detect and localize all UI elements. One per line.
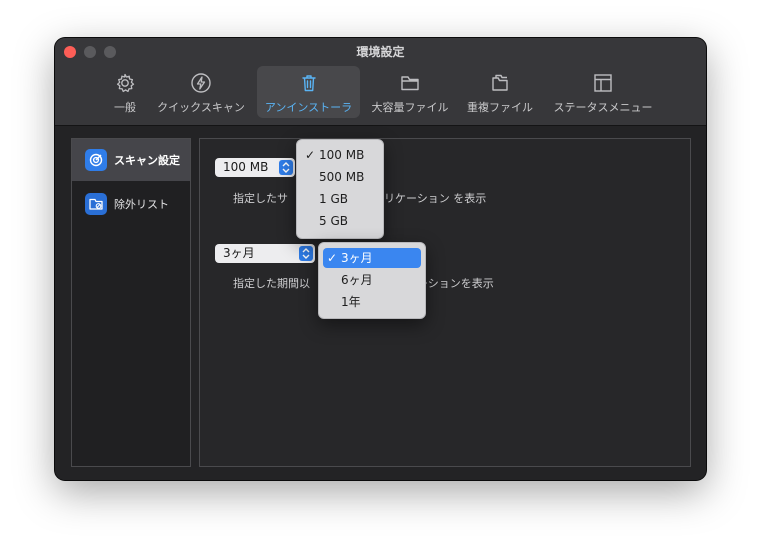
toolbar: 環境設定 一般 クイックスキャン アンインストーラ 大容量ファイル 重複ファイル… bbox=[55, 38, 706, 126]
menu-item-3-months[interactable]: ✓ 3ヶ月 bbox=[323, 248, 421, 268]
tab-quick-scan[interactable]: クイックスキャン bbox=[155, 66, 247, 118]
menu-item-100mb[interactable]: ✓ 100 MB bbox=[301, 145, 379, 165]
tab-general-label: 一般 bbox=[114, 101, 136, 114]
tab-duplicate-files-label: 重複ファイル bbox=[467, 101, 533, 114]
tab-uninstaller-label: アンインストーラ bbox=[264, 101, 353, 114]
period-description-end: ーションを表示 bbox=[417, 277, 494, 290]
sidebar-item-label: スキャン設定 bbox=[114, 154, 180, 167]
tab-uninstaller[interactable]: アンインストーラ bbox=[257, 66, 360, 118]
size-threshold-value: 100 MB bbox=[223, 160, 269, 174]
target-icon bbox=[85, 149, 107, 171]
tab-large-files[interactable]: 大容量ファイル bbox=[367, 66, 453, 118]
size-dropdown-menu: ✓ 100 MB 500 MB 1 GB 5 GB bbox=[296, 139, 384, 239]
period-description-start: 指定した期間以 bbox=[233, 277, 310, 290]
trash-icon bbox=[301, 75, 316, 92]
size-description-start: 指定したサ bbox=[233, 192, 288, 205]
size-description-end: リケーション を表示 bbox=[384, 192, 487, 205]
window-title: 環境設定 bbox=[356, 45, 405, 59]
chevron-updown-icon bbox=[299, 246, 313, 261]
tab-general[interactable]: 一般 bbox=[99, 66, 151, 118]
scan-settings-panel: 100 MB 指定したサ リケーション を表示 3ヶ月 指定した期間以 ーションを表… bbox=[199, 138, 691, 467]
menu-item-500mb[interactable]: 500 MB bbox=[301, 167, 379, 187]
sidebar-item-exclude-list[interactable]: 除外リスト bbox=[72, 183, 190, 225]
menu-item-1gb[interactable]: 1 GB bbox=[301, 189, 379, 209]
sidebar: スキャン設定 除外リスト bbox=[71, 138, 191, 467]
sidebar-item-scan-settings[interactable]: スキャン設定 bbox=[72, 139, 190, 181]
duplicate-folder-icon bbox=[492, 74, 508, 91]
exclude-folder-icon bbox=[85, 193, 107, 215]
menu-item-1-year[interactable]: 1年 bbox=[323, 292, 421, 312]
tab-duplicate-files[interactable]: 重複ファイル bbox=[461, 66, 539, 118]
period-value: 3ヶ月 bbox=[223, 246, 255, 260]
tab-quick-scan-label: クイックスキャン bbox=[157, 101, 245, 114]
menu-item-6-months[interactable]: 6ヶ月 bbox=[323, 270, 421, 290]
lightning-icon bbox=[191, 73, 211, 93]
tab-large-files-label: 大容量ファイル bbox=[371, 101, 449, 114]
chevron-updown-icon bbox=[279, 160, 293, 175]
checkmark-icon: ✓ bbox=[327, 251, 338, 265]
folder-icon bbox=[401, 76, 419, 91]
size-threshold-select[interactable]: 100 MB bbox=[215, 158, 295, 177]
sidebar-item-label: 除外リスト bbox=[114, 198, 169, 211]
menu-item-5gb[interactable]: 5 GB bbox=[301, 211, 379, 231]
tab-status-menu[interactable]: ステータスメニュー bbox=[549, 66, 657, 118]
checkmark-icon: ✓ bbox=[305, 148, 316, 162]
period-select[interactable]: 3ヶ月 bbox=[215, 244, 315, 263]
tab-status-menu-label: ステータスメニュー bbox=[553, 101, 653, 114]
gear-icon bbox=[116, 73, 135, 93]
period-dropdown-menu: ✓ 3ヶ月 6ヶ月 1年 bbox=[318, 242, 426, 319]
layout-icon bbox=[594, 74, 612, 92]
